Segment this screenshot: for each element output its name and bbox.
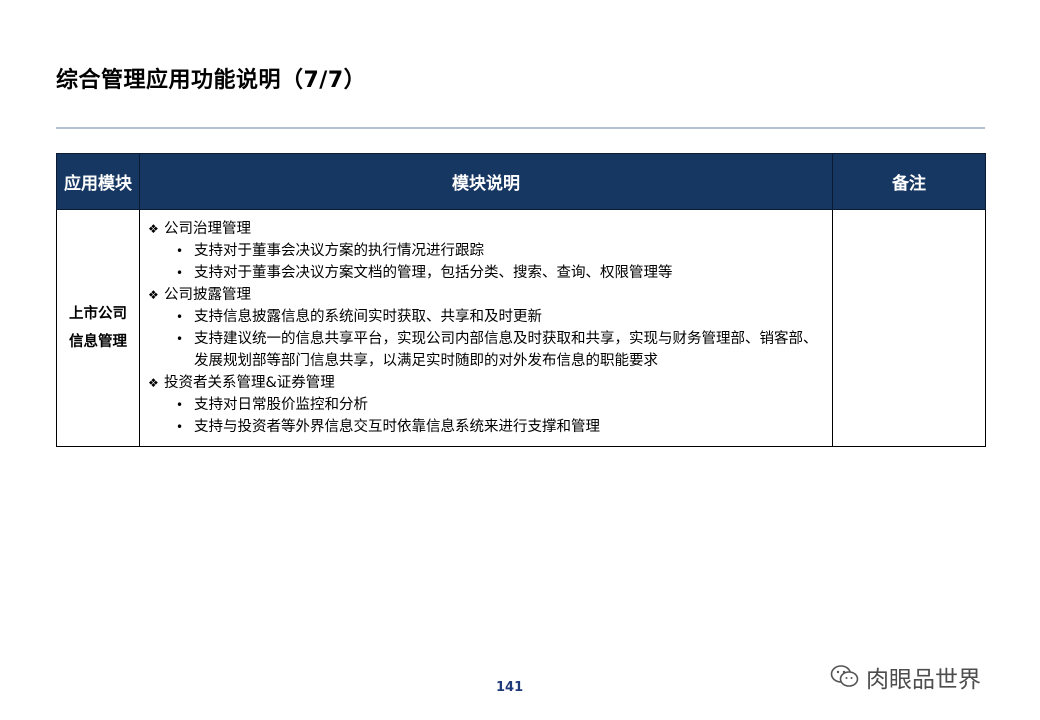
bullet-dot-icon: • [176,310,184,324]
section-heading: ❖ 投资者关系管理&证券管理 [148,372,824,394]
title-divider [56,127,985,129]
list-item: • 支持与投资者等外界信息交互时依靠信息系统来进行支撑和管理 [148,416,824,438]
description-cell: ❖ 公司治理管理 • 支持对于董事会决议方案的执行情况进行跟踪 • 支持对于董事… [139,209,833,447]
watermark-text: 肉眼品世界 [866,667,981,693]
list-item-text: 支持对日常股价监控和分析 [194,397,368,413]
function-table: 应用模块 模块说明 备注 上市公司 信息管理 ❖ 公司治理管理 • 支持对于董事… [56,153,986,447]
list-item-text: 支持对于董事会决议方案文档的管理，包括分类、搜索、查询、权限管理等 [194,265,673,281]
bullet-dot-icon: • [176,332,184,346]
module-line: 信息管理 [69,334,127,350]
note-cell [832,209,986,447]
header-note: 备注 [832,153,986,210]
wechat-icon [830,665,859,687]
section-heading-text: 公司披露管理 [164,287,251,303]
section-heading: ❖ 公司治理管理 [148,218,824,240]
page-title: 综合管理应用功能说明（7/7） [56,68,367,93]
list-item-text: 支持与投资者等外界信息交互时依靠信息系统来进行支撑和管理 [194,419,600,435]
header-description: 模块说明 [139,153,833,210]
section-heading: ❖ 公司披露管理 [148,284,824,306]
bullet-dot-icon: • [176,244,184,258]
table-row: 上市公司 信息管理 ❖ 公司治理管理 • 支持对于董事会决议方案的执行情况进行跟… [56,209,986,447]
watermark: 肉眼品世界 [830,660,981,694]
bullet-dot-icon: • [176,398,184,412]
list-item-text: 支持对于董事会决议方案的执行情况进行跟踪 [194,243,484,259]
section-heading-text: 投资者关系管理&证券管理 [164,375,335,391]
header-module: 应用模块 [56,153,140,210]
list-item: • 支持对于董事会决议方案文档的管理，包括分类、搜索、查询、权限管理等 [148,262,824,284]
bullet-dot-icon: • [176,266,184,280]
diamond-bullet-icon: ❖ [148,222,159,236]
section-heading-text: 公司治理管理 [164,221,251,237]
module-cell: 上市公司 信息管理 [56,209,140,447]
bullet-dot-icon: • [176,420,184,434]
list-item: • 支持信息披露信息的系统间实时获取、共享和及时更新 [148,306,824,328]
table-header-row: 应用模块 模块说明 备注 [56,153,986,210]
list-item: • 支持对于董事会决议方案的执行情况进行跟踪 [148,240,824,262]
list-item: • 支持建议统一的信息共享平台，实现公司内部信息及时获取和共享，实现与财务管理部… [148,328,824,372]
list-item: • 支持对日常股价监控和分析 [148,394,824,416]
page-number: 141 [496,680,524,695]
module-line: 上市公司 [69,306,127,322]
list-item-text: 支持信息披露信息的系统间实时获取、共享和及时更新 [194,309,542,325]
list-item-text: 支持建议统一的信息共享平台，实现公司内部信息及时获取和共享，实现与财务管理部、销… [194,331,818,369]
diamond-bullet-icon: ❖ [148,376,159,390]
diamond-bullet-icon: ❖ [148,288,159,302]
